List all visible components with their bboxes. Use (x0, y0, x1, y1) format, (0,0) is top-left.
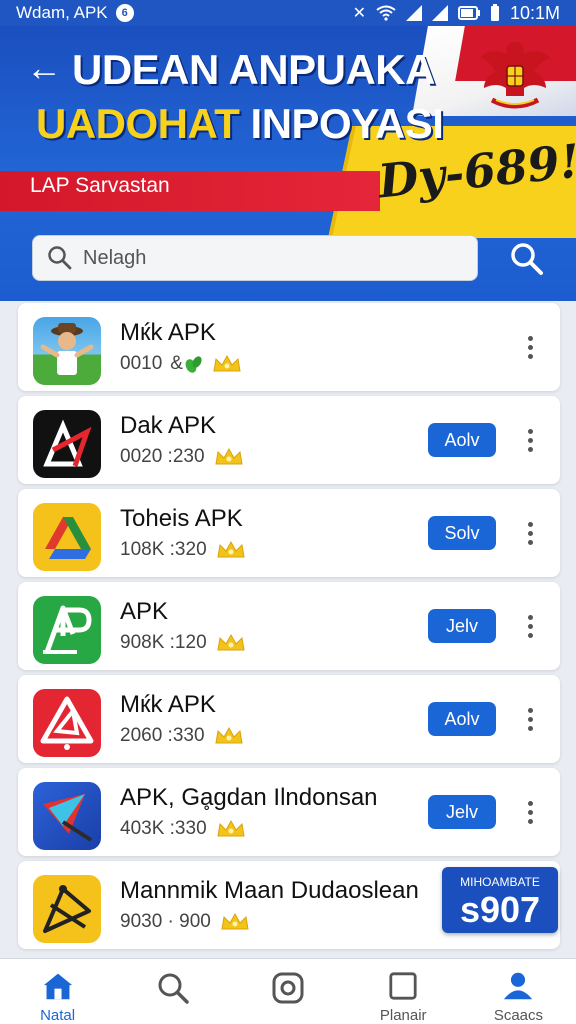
crown-icon (217, 819, 245, 837)
app-meta: 908K :120 (120, 632, 247, 654)
nav-item-search[interactable] (115, 959, 230, 1024)
camera-icon (272, 972, 304, 1004)
app-meta: 9030 · 900 (120, 911, 251, 933)
install-button[interactable]: Aolv (428, 702, 496, 736)
carrier-label: Wdam, APK (16, 3, 108, 22)
crown-icon (217, 633, 245, 651)
status-right: ✕ 10:1M (353, 3, 560, 24)
signal-icon-2 (431, 5, 448, 21)
notification-icon: 6 (115, 4, 134, 22)
app-stats: 108K :320 (120, 539, 207, 560)
list-item[interactable]: Mќk APK 2060 :330 Aolv (18, 675, 560, 763)
more-options-button[interactable] (518, 513, 542, 553)
crown-icon (213, 354, 241, 372)
app-meta: 108K :320 (120, 539, 247, 561)
list-item[interactable]: APK 908K :120 Jelv (18, 582, 560, 670)
app-name: Mќk APK (120, 319, 216, 346)
nav-label-home: Natal (40, 1007, 76, 1024)
person-icon (33, 317, 101, 385)
drive-logo-icon (33, 503, 101, 571)
app-stats: 403K :330 (120, 818, 207, 839)
crown-icon (217, 540, 245, 558)
compass-logo-icon (33, 875, 101, 943)
app-name: Mannmik Maan Dudaoslean (120, 877, 419, 904)
search-icon (48, 246, 72, 270)
banner-title-line1: UDEAN ANPUAKA (72, 46, 435, 93)
triangle-logo-icon (33, 410, 101, 478)
search-input[interactable] (83, 246, 443, 270)
signal-icon (405, 5, 422, 21)
status-bar: Wdam, APK 6 ✕ 10:1M (0, 0, 576, 26)
more-options-button[interactable] (518, 327, 542, 367)
app-meta: 0020 :230 (120, 446, 245, 468)
crown-icon (221, 912, 249, 930)
install-button[interactable]: Jelv (428, 795, 496, 829)
home-icon (43, 973, 72, 1000)
list-item[interactable]: Dak APK 0020 :230 Aolv (18, 396, 560, 484)
app-name: APK, Gḁgdan Ilndonsan (120, 784, 378, 811)
install-button[interactable]: Jelv (428, 609, 496, 643)
list-item[interactable]: Mќk APK 0010 & (18, 303, 560, 391)
bottom-navigation: Natal Planair Scaacs (0, 958, 576, 1024)
profile-icon (504, 972, 533, 1000)
more-options-button[interactable] (518, 420, 542, 460)
battery-icon (490, 4, 499, 21)
more-options-button[interactable] (518, 792, 542, 832)
square-icon (389, 972, 417, 1000)
header-banner: ← UDEAN ANPUAKA UADOHAT INPOYASI LAP Sar… (0, 26, 576, 301)
banner-title-line2: UADOHAT INPOYASI (36, 100, 444, 148)
app-name: Dak APK (120, 412, 217, 439)
install-button[interactable]: Solv (428, 516, 496, 550)
app-extra: & (170, 353, 183, 374)
search-button[interactable] (500, 234, 554, 284)
search-icon (158, 973, 189, 1004)
crown-icon (214, 726, 243, 744)
more-options-button[interactable] (518, 699, 542, 739)
nav-item-profile[interactable]: Scaacs (461, 959, 576, 1024)
app-meta: 403K :330 (120, 818, 247, 840)
wifi-icon (376, 5, 396, 21)
search-icon (511, 243, 543, 275)
list-item[interactable]: Mannmik Maan Dudaoslean 9030 · 900 MIHOA… (18, 861, 560, 949)
alert-logo-icon (33, 689, 101, 757)
crown-icon (214, 447, 243, 465)
status-left: Wdam, APK 6 (16, 3, 134, 23)
banner-title-rest: INPOYASI (239, 100, 444, 147)
app-list: Mќk APK 0010 & Dak APK 0020 :230 Aolv To… (18, 303, 560, 954)
app-name: Mќk APK (120, 691, 216, 718)
back-button[interactable]: ← (26, 50, 62, 86)
battery-landscape-icon (457, 6, 480, 20)
app-stats: 2060 :330 (120, 725, 205, 746)
more-options-button[interactable] (518, 606, 542, 646)
app-stats: 908K :120 (120, 632, 207, 653)
app-name: APK (120, 598, 169, 625)
ap-logo-icon (33, 596, 101, 664)
list-item[interactable]: Toheis APK 108K :320 Solv (18, 489, 560, 577)
search-box[interactable] (32, 235, 478, 281)
send-logo-icon (33, 782, 101, 850)
nav-item-home[interactable]: Natal (0, 959, 115, 1024)
promo-value: s907 (459, 889, 541, 930)
nav-label-profile: Scaacs (493, 1007, 544, 1024)
leaf-icon (185, 356, 202, 373)
garuda-emblem-icon (480, 42, 550, 109)
clock: 10:1M (509, 2, 560, 23)
banner-title-accent: UADOHAT (36, 100, 240, 147)
promo-label: MIHOAMBATE (460, 875, 540, 889)
promo-badge[interactable]: MIHOAMBATE s907 (442, 867, 558, 933)
banner-subtitle: LAP Sarvastan (30, 174, 170, 197)
app-name: Toheis APK (120, 505, 243, 532)
list-item[interactable]: APK, Gḁgdan Ilndonsan 403K :330 Jelv (18, 768, 560, 856)
install-button[interactable]: Aolv (428, 423, 496, 457)
mute-icon: ✕ (352, 5, 366, 22)
nav-item-camera[interactable] (230, 959, 345, 1024)
app-meta: 0010 & (120, 353, 243, 375)
app-stats: 9030 · 900 (120, 911, 211, 932)
nav-label-planair: Planair (379, 1007, 427, 1024)
app-meta: 2060 :330 (120, 725, 245, 747)
app-stats: 0010 (120, 353, 163, 374)
app-stats: 0020 :230 (120, 446, 205, 467)
nav-item-planair[interactable]: Planair (346, 959, 461, 1024)
